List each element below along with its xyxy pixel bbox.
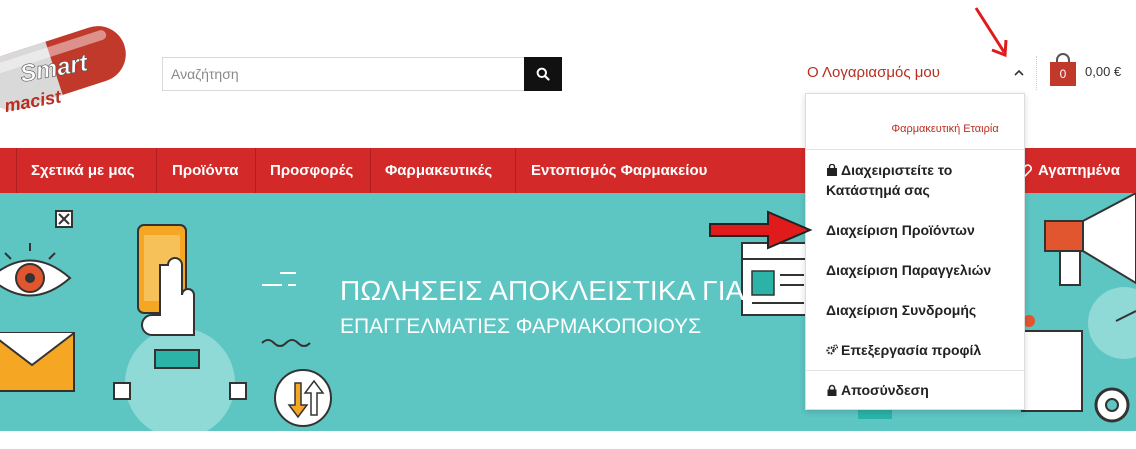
search-box [162,57,562,91]
banner-subheadline: ΕΠΑΓΓΕΛΜΑΤΙΕΣ ΦΑΡΜΑΚΟΠΟΙΟΥΣ [340,315,702,338]
nav-item-products[interactable]: Προϊόντα [172,148,238,193]
favorites-label: Αγαπημένα [1038,162,1120,179]
dropdown-divider [806,370,1024,371]
menu-item-label: Αποσύνδεση [841,382,929,398]
logout-menu-item[interactable]: Αποσύνδεση [826,380,1016,400]
site-logo[interactable]: Smart macist [0,10,130,125]
chevron-up-icon[interactable] [1012,66,1026,80]
menu-item-label: Διαχείριση Συνδρομής [826,302,977,318]
search-input[interactable] [163,58,525,90]
eye-illustration [0,243,72,297]
menu-item-label: Διαχείριση Παραγγελιών [826,262,992,278]
sort-arrows-illustration [274,369,332,427]
menu-item-label: Επεξεργασία προφίλ [841,342,982,358]
menu-item-label: Διαχείριση Προϊόντων [826,222,975,238]
nav-divider [370,148,371,193]
my-account-link[interactable]: Ο Λογαριασμός μου [807,64,940,81]
header-divider [1036,56,1037,90]
manage-products-menu-item[interactable]: Διαχείριση Προϊόντων [826,220,1016,240]
search-button[interactable] [524,57,562,91]
envelope-illustration [0,332,75,392]
cart-total: 0,00 € [1085,64,1122,79]
account-dropdown-menu: Φαρμακευτική Εταιρία Διαχειριστείτε το Κ… [805,93,1025,410]
menu-item-label: Διαχειριστείτε το Κατάστημά σας [826,162,953,198]
banner-headline: ΠΩΛΗΣΕΙΣ ΑΠΟΚΛΕΙΣΤΙΚΑ ΓΙΑ [340,275,745,306]
manage-orders-menu-item[interactable]: Διαχείριση Παραγγελιών [826,260,1016,280]
search-icon [536,67,550,81]
phone-illustration [113,224,247,431]
nav-item-offers[interactable]: Προσφορές [270,148,353,193]
lock-icon [827,384,837,396]
company-type-label: Φαρμακευτική Εταιρία [891,123,999,135]
manage-store-menu-item[interactable]: Διαχειριστείτε το Κατάστημά σας [826,160,1016,200]
pill-logo-graphic: Smart macist [0,26,126,116]
webpage-card-illustration [741,242,813,316]
nav-item-favorites[interactable]: Αγαπημένα [1018,148,1120,193]
manage-subscription-menu-item[interactable]: Διαχείριση Συνδρομής [826,300,1016,320]
cart-count-badge[interactable]: 0 [1050,62,1076,86]
nav-divider [255,148,256,193]
gears-icon [826,344,838,355]
nav-divider [156,148,157,193]
edit-profile-menu-item[interactable]: Επεξεργασία προφίλ [826,340,1016,360]
nav-divider [515,148,516,193]
nav-divider [16,148,17,193]
nav-item-pharmacy-locator[interactable]: Εντοπισμός Φαρμακείου [531,148,707,193]
shopping-bag-icon [827,164,837,176]
dropdown-divider [806,149,1024,150]
nav-item-pharmaceuticals[interactable]: Φαρμακευτικές [385,148,492,193]
nav-item-about[interactable]: Σχετικά με μας [31,148,135,193]
